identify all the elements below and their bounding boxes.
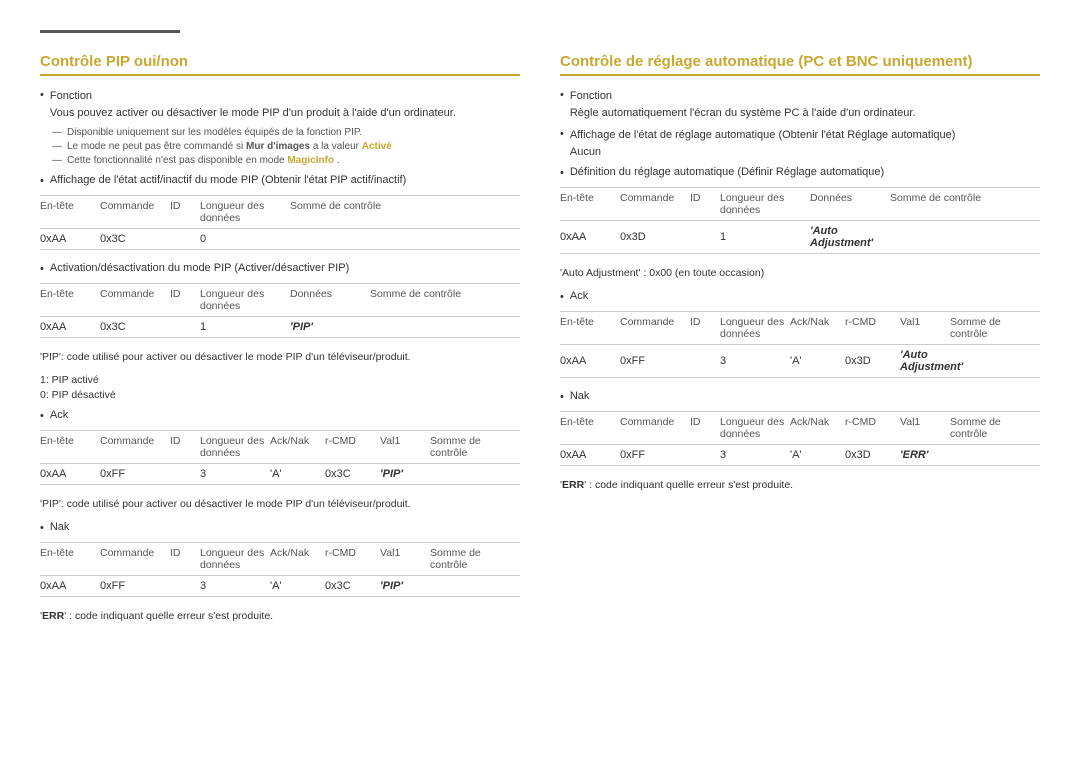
pip-note3: 0: PIP désactivé: [40, 389, 520, 401]
right-column: Contrôle de réglage automatique (PC et B…: [560, 53, 1040, 632]
left-table2-label: • Activation/désactivation du mode PIP (…: [40, 262, 520, 275]
right-err-note: 'ERR' : code indiquant quelle erreur s'e…: [560, 478, 1040, 494]
right-table3-row: 0xAA 0xFF 3 'A' 0x3D 'ERR': [560, 445, 1040, 466]
left-table4: En-tête Commande ID Longueur des données…: [40, 542, 520, 597]
right-table1-section: • Définition du réglage automatique (Déf…: [560, 166, 1040, 254]
left-table3-row: 0xAA 0xFF 3 'A' 0x3C 'PIP': [40, 464, 520, 485]
right-table1: En-tête Commande ID Longueur des données…: [560, 187, 1040, 254]
right-nak-label: • Nak: [560, 390, 1040, 403]
right-auto-note: 'Auto Adjustment' : 0x00 (en toute occas…: [560, 266, 1040, 282]
left-table3-header: En-tête Commande ID Longueur des données…: [40, 431, 520, 464]
left-note2: Le mode ne peut pas être commandé si Mur…: [52, 141, 520, 152]
left-function-text: Vous pouvez activer ou désactiver le mod…: [50, 107, 456, 119]
left-section1-function: • Fonction Vous pouvez activer ou désact…: [40, 88, 520, 121]
left-table2-section: • Activation/désactivation du mode PIP (…: [40, 262, 520, 338]
left-table2: En-tête Commande ID Longueur des données…: [40, 283, 520, 338]
left-ack-label: • Ack: [40, 409, 520, 422]
left-table1: En-tête Commande ID Longueur des données…: [40, 195, 520, 250]
pip-note4: 'PIP': code utilisé pour activer ou désa…: [40, 497, 520, 513]
left-table1-section: • Affichage de l'état actif/inactif du m…: [40, 174, 520, 250]
left-table4-row: 0xAA 0xFF 3 'A' 0x3C 'PIP': [40, 576, 520, 597]
right-table3-header: En-tête Commande ID Longueur des données…: [560, 412, 1040, 445]
right-function-label: Fonction: [570, 90, 612, 102]
left-title: Contrôle PIP oui/non: [40, 53, 520, 76]
left-column: Contrôle PIP oui/non • Fonction Vous pou…: [40, 53, 520, 632]
left-note3: Cette fonctionnalité n'est pas disponibl…: [52, 155, 520, 166]
magicinfo-value: MagicInfo: [287, 155, 334, 166]
right-table2-header: En-tête Commande ID Longueur des données…: [560, 312, 1040, 345]
pip-note1: 'PIP': code utilisé pour activer ou désa…: [40, 350, 520, 366]
right-section3-label: • Définition du réglage automatique (Déf…: [560, 166, 1040, 179]
right-section1-function: • Fonction Règle automatiquement l'écran…: [560, 88, 1040, 121]
right-ack-label: • Ack: [560, 290, 1040, 303]
left-table4-header: En-tête Commande ID Longueur des données…: [40, 543, 520, 576]
left-function-label: Fonction: [50, 90, 92, 102]
left-nak-label: • Nak: [40, 521, 520, 534]
right-section2-label: • Affichage de l'état de réglage automat…: [560, 127, 1040, 160]
left-table2-row: 0xAA 0x3C 1 'PIP': [40, 317, 520, 338]
bullet-dot: •: [40, 89, 44, 101]
left-err-note: 'ERR' : code indiquant quelle erreur s'e…: [40, 609, 520, 625]
left-table3: En-tête Commande ID Longueur des données…: [40, 430, 520, 485]
left-table1-row: 0xAA 0x3C 0: [40, 229, 520, 250]
left-note1: Disponible uniquement sur les modèles éq…: [52, 127, 520, 138]
right-table2-row: 0xAA 0xFF 3 'A' 0x3D 'AutoAdjustment': [560, 345, 1040, 378]
left-table1-header: En-tête Commande ID Longueur des données…: [40, 196, 520, 229]
left-table2-header: En-tête Commande ID Longueur des données…: [40, 284, 520, 317]
active-value: Activé: [362, 141, 392, 152]
mur-images-bold: Mur d'images: [246, 141, 310, 152]
right-table1-row: 0xAA 0x3D 1 'AutoAdjustment': [560, 221, 1040, 254]
right-table3: En-tête Commande ID Longueur des données…: [560, 411, 1040, 466]
left-table1-label: • Affichage de l'état actif/inactif du m…: [40, 174, 520, 187]
right-function-text: Règle automatiquement l'écran du système…: [570, 107, 916, 119]
right-title: Contrôle de réglage automatique (PC et B…: [560, 53, 1040, 76]
pip-note2: 1: PIP activé: [40, 374, 520, 386]
top-bar: [40, 30, 180, 33]
left-note2-text: Le mode ne peut pas être commandé si Mur…: [67, 141, 392, 152]
right-table2: En-tête Commande ID Longueur des données…: [560, 311, 1040, 378]
right-table1-header: En-tête Commande ID Longueur des données…: [560, 188, 1040, 221]
